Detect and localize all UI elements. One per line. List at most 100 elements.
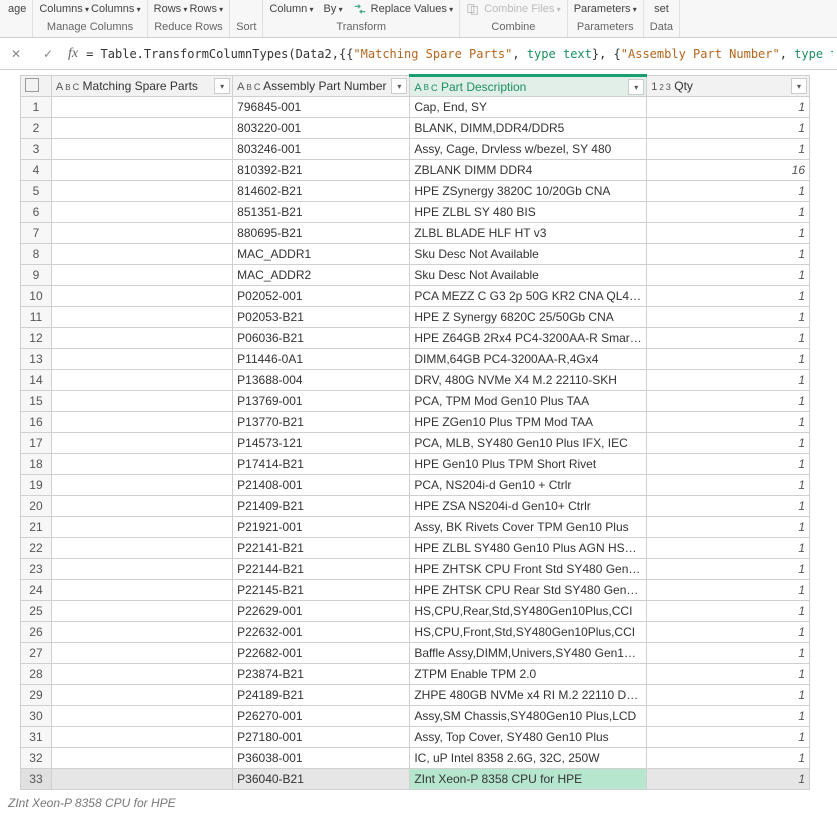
cell-assembly-part-number[interactable]: P02052-001	[233, 286, 410, 307]
row-number[interactable]: 9	[21, 265, 52, 286]
cell-part-description[interactable]: Sku Desc Not Available	[410, 265, 647, 286]
cell-qty[interactable]: 1	[647, 412, 810, 433]
cell-matching-spare-parts[interactable]	[51, 412, 232, 433]
cell-qty[interactable]: 1	[647, 475, 810, 496]
cell-qty[interactable]: 1	[647, 664, 810, 685]
cell-qty[interactable]: 1	[647, 349, 810, 370]
cell-matching-spare-parts[interactable]	[51, 160, 232, 181]
cell-assembly-part-number[interactable]: P36040-B21	[233, 769, 410, 790]
row-number[interactable]: 32	[21, 748, 52, 769]
cell-part-description[interactable]: PCA, MLB, SY480 Gen10 Plus IFX, IEC	[410, 433, 647, 454]
filter-dropdown-icon[interactable]: ▾	[391, 78, 407, 94]
row-number[interactable]: 6	[21, 202, 52, 223]
cell-part-description[interactable]: ZInt Xeon-P 8358 CPU for HPE	[410, 769, 647, 790]
cell-qty[interactable]: 1	[647, 370, 810, 391]
row-number[interactable]: 20	[21, 496, 52, 517]
cell-matching-spare-parts[interactable]	[51, 370, 232, 391]
ribbon-btn-rows2[interactable]: Rows	[189, 3, 223, 15]
cell-part-description[interactable]: PCA MEZZ C G3 2p 50G KR2 CNA QL45604	[410, 286, 647, 307]
cell-part-description[interactable]: Assy, Top Cover, SY480 Gen10 Plus	[410, 727, 647, 748]
row-number[interactable]: 26	[21, 622, 52, 643]
cell-assembly-part-number[interactable]: P21409-B21	[233, 496, 410, 517]
ribbon-btn-parameters[interactable]: Parameters	[574, 3, 637, 15]
cell-matching-spare-parts[interactable]	[51, 643, 232, 664]
cell-part-description[interactable]: PCA, NS204i-d Gen10 + Ctrlr	[410, 475, 647, 496]
cell-assembly-part-number[interactable]: 796845-001	[233, 97, 410, 118]
row-number[interactable]: 12	[21, 328, 52, 349]
cell-matching-spare-parts[interactable]	[51, 475, 232, 496]
row-number[interactable]: 5	[21, 181, 52, 202]
cell-part-description[interactable]: Sku Desc Not Available	[410, 244, 647, 265]
table-row[interactable]: 24P22145-B21HPE ZHTSK CPU Rear Std SY480…	[21, 580, 810, 601]
table-row[interactable]: 28 P23874-B21ZTPM Enable TPM 2.01	[21, 664, 810, 685]
cell-matching-spare-parts[interactable]	[51, 538, 232, 559]
cell-matching-spare-parts[interactable]	[51, 202, 232, 223]
cell-qty[interactable]: 1	[647, 706, 810, 727]
table-row[interactable]: 14P13688-004DRV, 480G NVMe X4 M.2 22110-…	[21, 370, 810, 391]
row-number[interactable]: 2	[21, 118, 52, 139]
table-row[interactable]: 1796845-001Cap, End, SY1	[21, 97, 810, 118]
cell-assembly-part-number[interactable]: MAC_ADDR1	[233, 244, 410, 265]
cell-assembly-part-number[interactable]: P23874-B21	[233, 664, 410, 685]
row-number[interactable]: 8	[21, 244, 52, 265]
cell-matching-spare-parts[interactable]	[51, 664, 232, 685]
cell-qty[interactable]: 1	[647, 307, 810, 328]
formula-text[interactable]: = Table.TransformColumnTypes(Data2,{{"Ma…	[86, 47, 833, 61]
cell-qty[interactable]: 1	[647, 685, 810, 706]
cell-matching-spare-parts[interactable]	[51, 328, 232, 349]
cell-matching-spare-parts[interactable]	[51, 349, 232, 370]
cell-matching-spare-parts[interactable]	[51, 139, 232, 160]
cell-matching-spare-parts[interactable]	[51, 307, 232, 328]
cell-qty[interactable]: 1	[647, 454, 810, 475]
filter-dropdown-icon[interactable]: ▾	[214, 78, 230, 94]
row-number[interactable]: 4	[21, 160, 52, 181]
table-row[interactable]: 15P13769-001PCA, TPM Mod Gen10 Plus TAA1	[21, 391, 810, 412]
cell-part-description[interactable]: HPE ZSA NS204i-d Gen10+ Ctrlr	[410, 496, 647, 517]
cell-assembly-part-number[interactable]: P02053-B21	[233, 307, 410, 328]
row-number[interactable]: 14	[21, 370, 52, 391]
cell-part-description[interactable]: ZLBL BLADE HLF HT v3	[410, 223, 647, 244]
cell-matching-spare-parts[interactable]	[51, 181, 232, 202]
table-row[interactable]: 30P26270-001Assy,SM Chassis,SY480Gen10 P…	[21, 706, 810, 727]
cell-part-description[interactable]: ZHPE 480GB NVMe x4 RI M.2 22110 DS SSD	[410, 685, 647, 706]
cell-qty[interactable]: 1	[647, 244, 810, 265]
row-number[interactable]: 13	[21, 349, 52, 370]
cell-assembly-part-number[interactable]: P22141-B21	[233, 538, 410, 559]
row-number[interactable]: 18	[21, 454, 52, 475]
cell-part-description[interactable]: ZTPM Enable TPM 2.0	[410, 664, 647, 685]
row-number[interactable]: 17	[21, 433, 52, 454]
table-row[interactable]: 3803246-001Assy, Cage, Drvless w/bezel, …	[21, 139, 810, 160]
cell-matching-spare-parts[interactable]	[51, 685, 232, 706]
cell-part-description[interactable]: HPE ZSynergy 3820C 10/20Gb CNA	[410, 181, 647, 202]
filter-dropdown-icon[interactable]: ▾	[791, 78, 807, 94]
cell-matching-spare-parts[interactable]	[51, 769, 232, 790]
table-row[interactable]: 16P13770-B21HPE ZGen10 Plus TPM Mod TAA1	[21, 412, 810, 433]
table-row[interactable]: 22P22141-B21HPE ZLBL SY480 Gen10 Plus AG…	[21, 538, 810, 559]
cell-qty[interactable]: 1	[647, 328, 810, 349]
row-number[interactable]: 28	[21, 664, 52, 685]
cell-assembly-part-number[interactable]: 803246-001	[233, 139, 410, 160]
cell-part-description[interactable]: IC, uP Intel 8358 2.6G, 32C, 250W	[410, 748, 647, 769]
cell-qty[interactable]: 1	[647, 139, 810, 160]
column-header-qty[interactable]: 123 Qty▾	[647, 76, 810, 97]
table-row[interactable]: 27P22682-001Baffle Assy,DIMM,Univers,SY4…	[21, 643, 810, 664]
cell-matching-spare-parts[interactable]	[51, 601, 232, 622]
row-number[interactable]: 1	[21, 97, 52, 118]
column-header-part-description[interactable]: ABC Part Description▾	[410, 76, 647, 97]
cell-assembly-part-number[interactable]: P14573-121	[233, 433, 410, 454]
row-number[interactable]: 33	[21, 769, 52, 790]
cell-matching-spare-parts[interactable]	[51, 265, 232, 286]
table-row[interactable]: 19P21408-001PCA, NS204i-d Gen10 + Ctrlr1	[21, 475, 810, 496]
cell-assembly-part-number[interactable]: P21408-001	[233, 475, 410, 496]
cell-assembly-part-number[interactable]: P22632-001	[233, 622, 410, 643]
row-number[interactable]: 24	[21, 580, 52, 601]
cell-assembly-part-number[interactable]: P26270-001	[233, 706, 410, 727]
cell-assembly-part-number[interactable]: P36038-001	[233, 748, 410, 769]
table-row[interactable]: 4810392-B21ZBLANK DIMM DDR416	[21, 160, 810, 181]
table-row[interactable]: 8 MAC_ADDR1Sku Desc Not Available1	[21, 244, 810, 265]
cell-part-description[interactable]: Assy,SM Chassis,SY480Gen10 Plus,LCD	[410, 706, 647, 727]
cell-part-description[interactable]: Cap, End, SY	[410, 97, 647, 118]
cell-qty[interactable]: 1	[647, 202, 810, 223]
ribbon-btn-column[interactable]: Column	[269, 3, 313, 15]
cell-part-description[interactable]: HPE ZGen10 Plus TPM Mod TAA	[410, 412, 647, 433]
